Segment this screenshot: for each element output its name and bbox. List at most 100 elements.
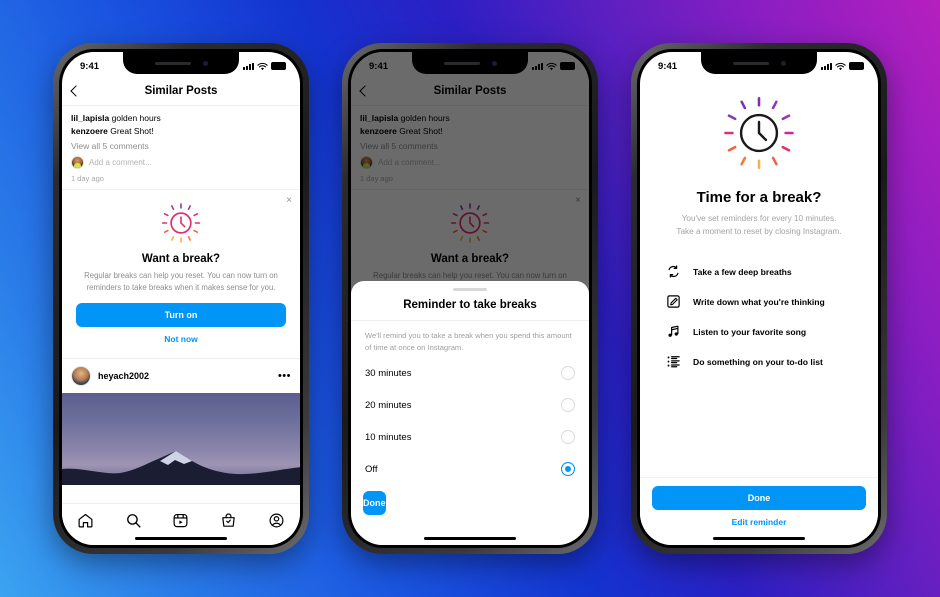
list-item-label: Write down what you're thinking xyxy=(693,296,825,307)
status-indicators xyxy=(243,62,286,71)
wifi-icon xyxy=(835,62,846,70)
screen-body-line2: Take a moment to reset by closing Instag… xyxy=(676,226,842,236)
comments-section: lil_lapisla golden hours kenzoere Great … xyxy=(62,106,300,183)
screen-title: Time for a break? xyxy=(696,189,822,206)
phone-mockup-1: 9:41 Similar Posts lil_lapisla golden ho… xyxy=(53,43,309,554)
list-item-label: Take a few deep breaths xyxy=(693,266,792,277)
shop-icon[interactable] xyxy=(220,512,237,529)
phone-bezel: 9:41 Similar Posts lil_lapisla golden ho… xyxy=(59,49,303,548)
checklist-icon xyxy=(667,356,680,368)
avatar[interactable] xyxy=(71,366,91,387)
earpiece-speaker xyxy=(443,61,480,65)
option-row-10-minutes[interactable]: 10 minutes xyxy=(351,421,589,453)
post-username[interactable]: heyach2002 xyxy=(98,371,271,381)
post-timestamp: 1 day ago xyxy=(71,174,104,184)
clock-burst-icon xyxy=(722,96,796,170)
search-icon[interactable] xyxy=(125,512,142,529)
notch xyxy=(412,52,528,74)
done-button[interactable]: Done xyxy=(652,486,866,510)
phone3-screen: 9:41 Time for a break? You've set remind… xyxy=(640,52,878,545)
option-label: Off xyxy=(365,463,378,475)
front-camera xyxy=(780,60,786,66)
list-item: Write down what you're thinking xyxy=(666,294,860,309)
cellular-signal-icon xyxy=(821,62,832,70)
avatar xyxy=(71,156,84,170)
notch xyxy=(123,52,239,74)
view-all-comments-link[interactable]: View all 5 comments xyxy=(71,138,291,154)
home-indicator xyxy=(135,536,227,540)
refresh-loop-icon xyxy=(668,265,679,278)
reels-icon[interactable] xyxy=(172,512,189,529)
list-item-label: Do something on your to-do list xyxy=(693,356,823,367)
option-row-30-minutes[interactable]: 30 minutes xyxy=(351,357,589,389)
radio-button-selected[interactable] xyxy=(561,462,575,476)
list-item: Listen to your favorite song xyxy=(666,324,860,339)
not-now-button[interactable]: Not now xyxy=(76,327,286,346)
mountain-landscape xyxy=(62,451,300,486)
reminder-bottom-sheet: Reminder to take breaks We'll remind you… xyxy=(351,281,589,545)
comment-text: golden hours xyxy=(109,113,161,123)
home-indicator xyxy=(713,536,805,540)
option-label: 10 minutes xyxy=(365,431,412,443)
promo-title: Want a break? xyxy=(141,253,221,266)
radio-button[interactable] xyxy=(561,366,575,380)
battery-icon xyxy=(271,62,286,70)
earpiece-speaker xyxy=(732,61,769,65)
done-button[interactable]: Done xyxy=(363,491,386,515)
status-time: 9:41 xyxy=(369,60,389,72)
option-row-20-minutes[interactable]: 20 minutes xyxy=(351,389,589,421)
turn-on-button[interactable]: Turn on xyxy=(76,303,286,328)
phone-mockup-3: 9:41 Time for a break? You've set remind… xyxy=(631,43,887,554)
add-comment-row[interactable]: Add a comment... xyxy=(71,156,291,170)
notch xyxy=(701,52,817,74)
sheet-drag-handle[interactable] xyxy=(453,288,487,292)
battery-icon xyxy=(849,62,864,70)
sheet-footer-spacer xyxy=(351,515,589,545)
sheet-title: Reminder to take breaks xyxy=(351,299,589,322)
front-camera xyxy=(491,60,497,66)
option-label: 30 minutes xyxy=(365,367,412,379)
radio-button[interactable] xyxy=(561,398,575,412)
profile-icon[interactable] xyxy=(268,512,285,529)
status-indicators xyxy=(532,62,575,71)
status-indicators xyxy=(821,62,864,71)
comment-row: kenzoere Great Shot! xyxy=(71,125,291,138)
phone-mockup-2: 9:41 Similar Posts lil_lapisla golden ho… xyxy=(342,43,598,554)
screen-footer: Done Edit reminder xyxy=(640,477,878,545)
edit-reminder-button[interactable]: Edit reminder xyxy=(652,510,866,529)
music-note-icon xyxy=(668,326,679,338)
clock-burst-icon xyxy=(160,202,202,244)
comment-text: Great Shot! xyxy=(107,126,154,137)
list-item: Do something on your to-do list xyxy=(666,354,860,369)
tips-list: Take a few deep breaths Write down what … xyxy=(658,264,860,369)
earpiece-speaker xyxy=(154,61,191,65)
comment-username[interactable]: lil_lapisla xyxy=(71,113,109,123)
time-for-a-break-screen: Time for a break? You've set reminders f… xyxy=(640,52,878,369)
status-time: 9:41 xyxy=(658,60,678,72)
cellular-signal-icon xyxy=(243,62,254,70)
list-item-label: Listen to your favorite song xyxy=(693,326,807,337)
page-title: Similar Posts xyxy=(144,84,218,97)
home-indicator xyxy=(424,536,516,540)
phone2-screen: 9:41 Similar Posts lil_lapisla golden ho… xyxy=(351,52,589,545)
radio-button[interactable] xyxy=(561,430,575,444)
phone1-screen: 9:41 Similar Posts lil_lapisla golden ho… xyxy=(62,52,300,545)
take-a-break-promo-card: × xyxy=(62,189,300,360)
comment-username[interactable]: kenzoere xyxy=(71,126,108,136)
sheet-description: We'll remind you to take a break when yo… xyxy=(365,331,572,352)
phone-bezel: 9:41 Time for a break? You've set remind… xyxy=(637,49,881,548)
front-camera xyxy=(202,60,208,66)
promo-body: Regular breaks can help you reset. You c… xyxy=(84,271,278,292)
home-icon[interactable] xyxy=(77,512,94,529)
comment-row: lil_lapisla golden hours xyxy=(71,112,291,125)
pencil-square-icon xyxy=(667,295,680,309)
post-photo xyxy=(62,393,300,486)
close-icon[interactable]: × xyxy=(286,196,292,206)
add-comment-input[interactable]: Add a comment... xyxy=(89,158,152,167)
phone-bezel: 9:41 Similar Posts lil_lapisla golden ho… xyxy=(348,49,592,548)
wifi-icon xyxy=(546,62,557,70)
battery-icon xyxy=(560,62,575,70)
option-row-off[interactable]: Off xyxy=(351,453,589,485)
app-bar: Similar Posts xyxy=(62,76,300,106)
cellular-signal-icon xyxy=(532,62,543,70)
